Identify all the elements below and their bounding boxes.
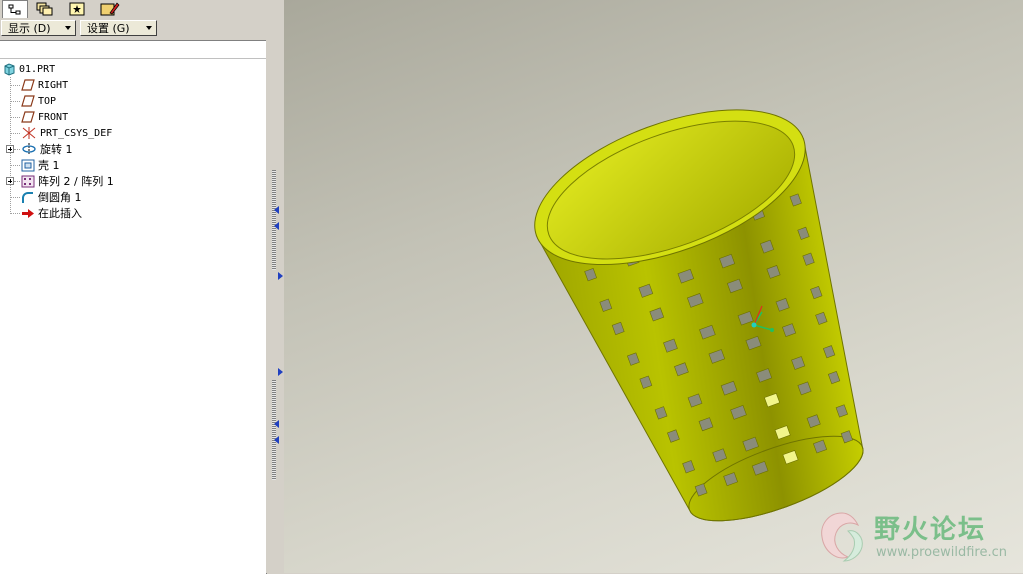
tree-root-label: 01.PRT	[19, 63, 56, 75]
tree-item-label: 旋转 1	[40, 143, 73, 156]
display-menu-button[interactable]: 显示 (D)	[1, 20, 76, 36]
csys-icon	[22, 127, 36, 139]
insert-here-arrow-icon	[22, 208, 34, 218]
shell-icon	[21, 159, 35, 171]
collapse-arrow-icon[interactable]	[274, 222, 279, 230]
tree-item-label: RIGHT	[38, 79, 69, 91]
expand-arrow-icon[interactable]	[278, 272, 283, 280]
tab-layers[interactable]	[32, 0, 58, 17]
expand-icon[interactable]	[6, 145, 14, 153]
round-icon	[22, 191, 33, 203]
forum-watermark: 野火论坛 www.proewildfire.cn	[814, 505, 1019, 569]
model-tree-header	[0, 41, 266, 59]
settings-menu-label: 设置 (G)	[87, 22, 130, 35]
navigator-tabbar	[0, 0, 270, 18]
tree-item-top[interactable]: TOP	[21, 93, 56, 109]
tab-folder-browser[interactable]	[96, 0, 124, 17]
tree-item-right[interactable]: RIGHT	[21, 77, 68, 93]
collapse-arrow-icon[interactable]	[274, 206, 279, 214]
chevron-down-icon	[146, 26, 152, 30]
panel-sash[interactable]	[266, 0, 284, 573]
model-tree[interactable]: 01.PRT RIGHT TOP FRONT PRT_CSYS_DEF 旋转 1…	[0, 40, 267, 574]
tree-item-round[interactable]: 倒圆角 1	[21, 189, 82, 205]
datum-plane-icon	[21, 95, 35, 107]
tree-root-part[interactable]: 01.PRT	[3, 61, 55, 77]
watermark-logo-icon	[821, 512, 863, 562]
model-graphic[interactable]	[284, 0, 1023, 573]
tree-item-label: 在此插入	[38, 207, 82, 220]
tab-favorites[interactable]	[64, 0, 90, 17]
folder-browser-icon	[100, 2, 120, 16]
tree-item-label: TOP	[38, 95, 57, 107]
datum-plane-icon	[21, 111, 35, 123]
display-menu-label: 显示 (D)	[8, 22, 51, 35]
tab-model-tree[interactable]	[2, 0, 28, 18]
datum-plane-icon	[21, 79, 35, 91]
model-tree-icon	[8, 4, 21, 14]
tree-item-shell[interactable]: 壳 1	[21, 157, 60, 173]
tree-item-label: PRT_CSYS_DEF	[40, 127, 113, 139]
tree-item-pattern[interactable]: 阵列 2 / 阵列 1	[21, 173, 114, 189]
revolve-icon	[22, 143, 36, 155]
tree-item-csys[interactable]: PRT_CSYS_DEF	[21, 125, 112, 141]
part-icon	[4, 62, 15, 76]
navigator-menu-row: 显示 (D) 设置 (G)	[0, 18, 270, 40]
tree-item-insert-here[interactable]: 在此插入	[21, 205, 82, 221]
favorites-icon	[69, 2, 85, 15]
tree-item-front[interactable]: FRONT	[21, 109, 68, 125]
sash-grip[interactable]	[272, 170, 276, 270]
expand-icon[interactable]	[6, 177, 14, 185]
tree-item-label: 倒圆角 1	[38, 191, 82, 204]
tree-item-revolve[interactable]: 旋转 1	[21, 141, 73, 157]
tree-item-label: 阵列 2 / 阵列 1	[38, 175, 114, 188]
layers-icon	[36, 2, 53, 15]
graphics-viewport[interactable]: 野火论坛 www.proewildfire.cn	[284, 0, 1023, 573]
tree-item-label: 壳 1	[38, 159, 60, 172]
expand-arrow-icon[interactable]	[278, 368, 283, 376]
collapse-arrow-icon[interactable]	[274, 420, 279, 428]
sash-grip[interactable]	[272, 380, 276, 480]
navigator-panel: 显示 (D) 设置 (G) 01.PRT RIGHT TOP FRONT PRT…	[0, 0, 270, 574]
pattern-icon	[21, 175, 35, 187]
chevron-down-icon	[65, 26, 71, 30]
collapse-arrow-icon[interactable]	[274, 436, 279, 444]
watermark-title: 野火论坛	[874, 515, 987, 545]
tree-item-label: FRONT	[38, 111, 69, 123]
watermark-url: www.proewildfire.cn	[876, 545, 1007, 560]
settings-menu-button[interactable]: 设置 (G)	[80, 20, 157, 36]
